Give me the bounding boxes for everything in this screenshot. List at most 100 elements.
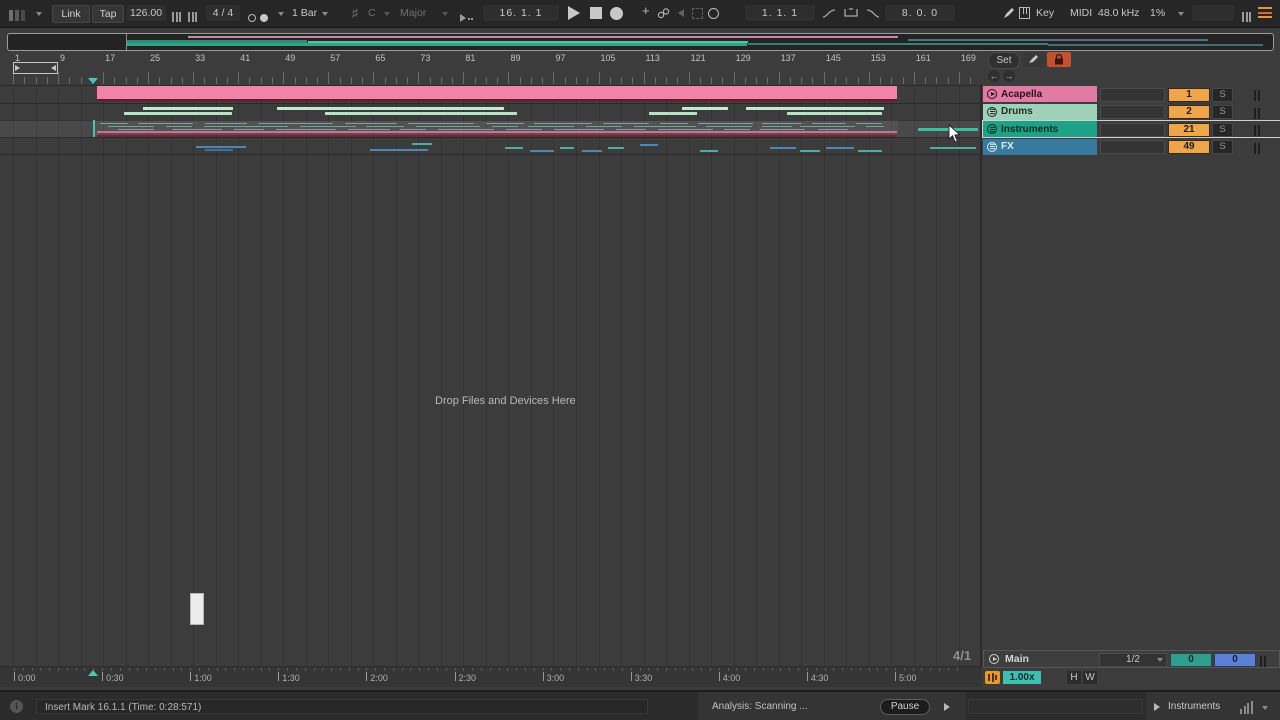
tempo-field[interactable]: 126.00 [126, 5, 166, 21]
loop-length-field[interactable]: 8. 0. 0 [885, 5, 955, 21]
window-layout-icon[interactable] [9, 8, 25, 26]
cpu-dropdown-icon[interactable] [1178, 12, 1184, 16]
marker-pencil-button[interactable] [1023, 52, 1045, 67]
main-pan-box[interactable]: 0 [1170, 653, 1212, 667]
track-menu-icon[interactable] [987, 106, 997, 117]
track-solo-button[interactable]: S [1212, 140, 1233, 154]
track-play-icon[interactable] [987, 89, 997, 99]
track-input-field[interactable] [1100, 87, 1165, 102]
track-number-box[interactable]: 2 [1168, 105, 1210, 119]
draw-mode-icon[interactable] [708, 8, 719, 19]
zoom-height-button[interactable]: H [1067, 671, 1081, 684]
time-ruler-minor-tick [736, 668, 738, 671]
loop-brace[interactable] [13, 62, 58, 74]
metronome-dropdown-icon[interactable] [278, 12, 284, 16]
midi-map-button[interactable]: MIDI [1070, 5, 1092, 21]
loop-start-field[interactable]: 1. 1. 1 [745, 5, 815, 21]
pause-analysis-button[interactable]: Pause [880, 699, 930, 715]
time-ruler-minor-tick [154, 668, 156, 671]
window-layout-dropdown-icon[interactable] [36, 12, 42, 16]
zoom-factor-box[interactable]: 1.00x [1003, 671, 1041, 684]
zoom-width-button[interactable]: W [1083, 671, 1097, 684]
cpu-load-field[interactable]: 1% [1150, 5, 1165, 21]
set-locator-button[interactable]: Set [988, 52, 1020, 69]
arrangement-area[interactable]: Drop Files and Devices Here 4/1 [0, 85, 982, 666]
track-input-field[interactable] [1100, 140, 1165, 154]
time-signature-field[interactable]: 4 / 4 [206, 5, 240, 21]
track-solo-button[interactable]: S [1212, 122, 1233, 137]
record-button[interactable] [610, 7, 623, 20]
main-volume-box[interactable]: 0 [1214, 653, 1256, 667]
meter-dropdown-icon[interactable] [1262, 706, 1268, 710]
key-map-button[interactable]: Key [1036, 5, 1054, 21]
quantize-menu[interactable]: 1 Bar [292, 5, 317, 21]
track-solo-button[interactable]: S [1212, 87, 1233, 102]
key-scale-menu[interactable]: Major [400, 5, 426, 21]
play-button[interactable] [568, 6, 580, 20]
next-locator-button[interactable]: → [1003, 70, 1015, 82]
quantize-dropdown-icon[interactable] [322, 12, 328, 16]
tap-tempo-button[interactable]: Tap [92, 5, 124, 23]
insert-marker-triangle[interactable] [88, 78, 98, 84]
main-track-label[interactable]: Main [1005, 653, 1029, 665]
track-title[interactable]: Instruments [983, 121, 1097, 137]
main-play-icon[interactable] [989, 654, 999, 664]
loop-switch-icon[interactable] [843, 7, 859, 19]
selection-box-icon[interactable] [692, 8, 703, 19]
preview-play-icon[interactable] [1154, 703, 1160, 711]
beat-time-ruler[interactable]: 1 9 17 25 33 41 49 57 65 73 81 89 97 105 113 121 129 137 1… [0, 50, 982, 85]
track-number-box[interactable]: 21 [1168, 122, 1210, 137]
insert-marker-triangle-bottom[interactable] [88, 670, 98, 676]
automation-arm-icon[interactable]: + [642, 3, 650, 19]
track-title[interactable]: Drums [983, 103, 1097, 120]
bar-ruler-tick [632, 77, 634, 84]
nudge-up-button[interactable] [188, 8, 199, 26]
link-button[interactable]: Link [52, 5, 90, 23]
bar-ruler-tick [80, 77, 82, 84]
key-signature-icon[interactable]: ♯ [352, 5, 358, 21]
key-root-dropdown-icon[interactable] [384, 12, 390, 16]
track-menu-icon[interactable] [987, 141, 997, 152]
metronome-button[interactable] [248, 9, 269, 27]
track-number-box[interactable]: 49 [1168, 140, 1210, 154]
time-ruler-label: 4:00 [722, 673, 741, 683]
track-input-field[interactable] [1100, 122, 1165, 137]
track-solo-button[interactable]: S [1212, 105, 1233, 119]
track-title[interactable]: Acapella [983, 86, 1097, 102]
main-menu-icon[interactable] [1258, 7, 1272, 18]
bar-ruler-tick [880, 77, 882, 84]
resume-analysis-icon[interactable] [944, 703, 950, 711]
time-ruler-minor-tick [947, 668, 949, 671]
white-clip-fragment[interactable] [190, 593, 204, 625]
time-ruler-minor-tick [621, 668, 623, 671]
track-input-field[interactable] [1100, 105, 1165, 119]
key-root-menu[interactable]: C [368, 5, 376, 21]
main-grid-dropdown[interactable]: 1/2 [1099, 653, 1167, 667]
track-menu-icon[interactable] [987, 124, 997, 134]
draw-pencil-icon[interactable] [1002, 7, 1015, 20]
time-ruler-minor-tick [472, 668, 474, 671]
bar-ruler-label: 9 [60, 53, 66, 63]
track-number-box[interactable]: 1 [1168, 87, 1210, 102]
punch-in-icon[interactable] [822, 8, 836, 19]
prev-locator-button[interactable]: ← [988, 70, 1000, 82]
bar-ruler-tick [530, 77, 532, 84]
bar-ruler-tick [249, 77, 251, 84]
stop-button[interactable] [590, 7, 602, 19]
preview-audio-icon[interactable] [985, 671, 1000, 684]
key-scale-dropdown-icon[interactable] [442, 12, 448, 16]
acapella-clip[interactable] [97, 86, 897, 101]
track-title[interactable]: FX [983, 138, 1097, 155]
back-to-arrangement-icon[interactable] [678, 9, 684, 17]
time-ruler[interactable]: 0:00 0:30 1:00 1:30 2:00 2:30 3:00 3:30 4:00 4:30… [0, 666, 982, 687]
arrangement-overview[interactable] [7, 33, 1274, 51]
level-meter-icon[interactable] [1240, 701, 1253, 719]
arrangement-position-field[interactable]: 16. 1. 1 [483, 5, 559, 21]
computer-midi-keyboard-icon[interactable] [1019, 7, 1030, 19]
follow-button[interactable] [460, 9, 473, 27]
midi-capture-icon[interactable] [657, 8, 670, 19]
arrangement-lock-button[interactable] [1047, 52, 1071, 67]
punch-out-icon[interactable] [866, 8, 880, 19]
nudge-down-button[interactable] [172, 8, 183, 26]
output-track-label[interactable]: Instruments [1168, 701, 1220, 712]
